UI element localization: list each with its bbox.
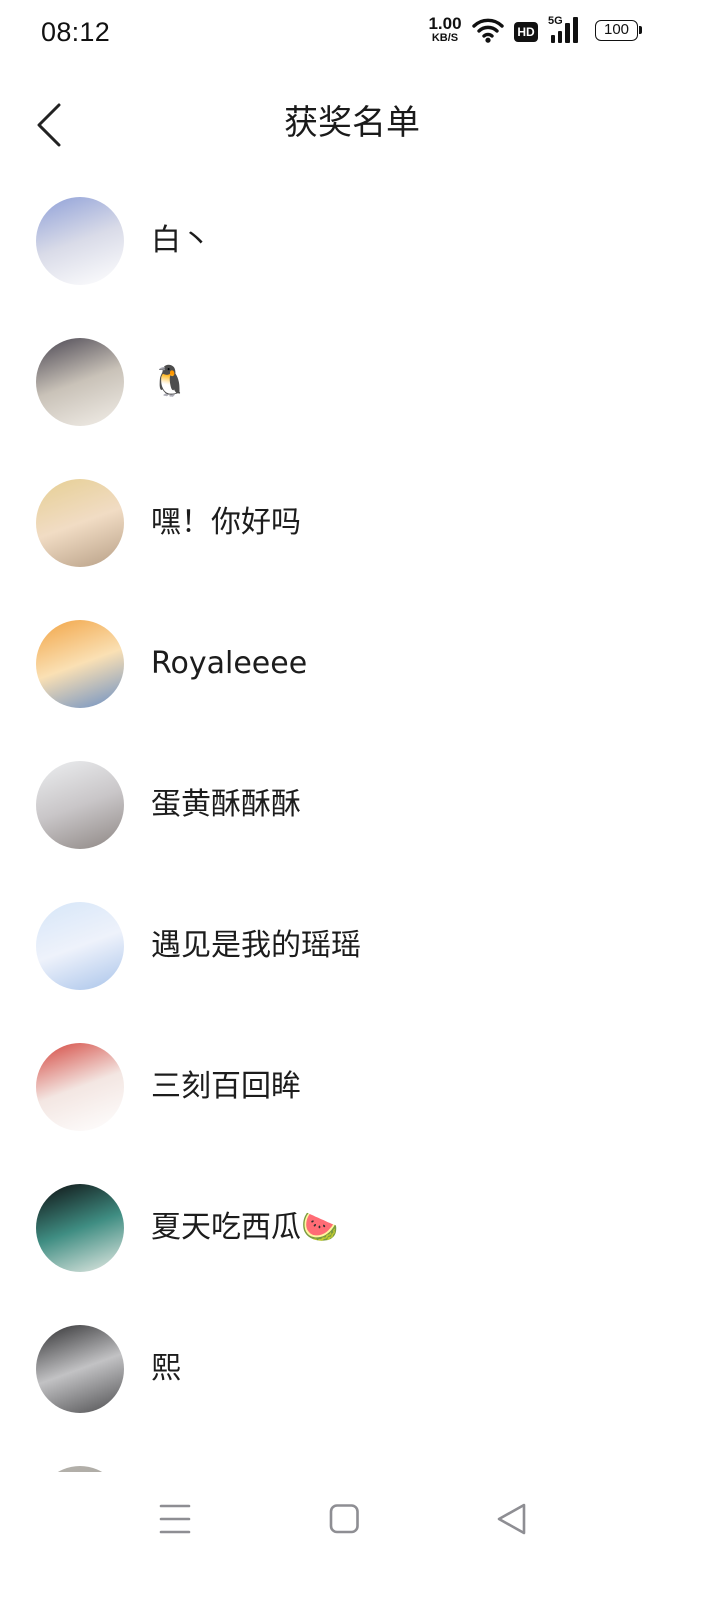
winner-name: Royaleeee xyxy=(151,645,308,681)
cellular-signal-icon: 5G xyxy=(548,16,584,44)
winner-name: 白丶 xyxy=(151,222,211,258)
battery-nub xyxy=(639,26,642,34)
winner-name: 三刻百回眸 xyxy=(151,1068,301,1104)
menu-icon xyxy=(159,1504,191,1534)
avatar xyxy=(36,478,124,567)
network-speed-unit: KB/S xyxy=(431,32,459,44)
network-speed: 1.00 KB/S xyxy=(426,14,464,46)
battery-icon: 100 xyxy=(595,20,642,41)
avatar xyxy=(36,1042,124,1131)
network-speed-value: 1.00 xyxy=(428,14,462,33)
winner-row[interactable]: 遇见是我的瑶瑶 xyxy=(0,875,720,1016)
back-button[interactable] xyxy=(26,92,74,156)
page-title: 获奖名单 xyxy=(284,103,420,143)
winner-row[interactable]: 嘿！你好吗 xyxy=(0,452,720,593)
system-back-button[interactable] xyxy=(488,1495,536,1543)
winner-row[interactable]: 三刻百回眸 xyxy=(0,1016,720,1157)
avatar xyxy=(36,1324,124,1413)
avatar xyxy=(36,760,124,849)
winner-list[interactable]: 白丶 🐧 嘿！你好吗 Royaleeee 蛋黄酥酥酥 遇见是我的瑶瑶 三刻百回眸 xyxy=(0,170,720,1472)
wifi-icon xyxy=(472,17,504,43)
status-time: 08:12 xyxy=(41,17,111,47)
winner-name: 夏天吃西瓜🍉 xyxy=(151,1209,339,1245)
status-bar: 08:12 1.00 KB/S HD 5G 100 xyxy=(0,0,720,64)
system-nav-bar xyxy=(0,1472,720,1600)
screen: 08:12 1.00 KB/S HD 5G 100 获奖名单 白丶 🐧 嘿！你好… xyxy=(0,0,720,1600)
winner-name: 遇见是我的瑶瑶 xyxy=(151,927,361,963)
avatar xyxy=(36,1183,124,1272)
home-icon xyxy=(329,1504,359,1534)
winner-row[interactable]: 蛋黄酥酥酥 xyxy=(0,734,720,875)
winner-name: 熙 xyxy=(151,1350,181,1386)
back-chevron-icon xyxy=(37,103,61,147)
avatar xyxy=(36,619,124,708)
avatar xyxy=(36,196,124,285)
winner-row[interactable] xyxy=(0,1439,720,1472)
winner-name: 蛋黄酥酥酥 xyxy=(151,786,301,822)
back-triangle-icon xyxy=(497,1503,526,1535)
header: 获奖名单 xyxy=(0,64,720,184)
winner-row[interactable]: 白丶 xyxy=(0,170,720,311)
winner-row[interactable]: 🐧 xyxy=(0,311,720,452)
avatar xyxy=(36,901,124,990)
winner-name: 🐧 xyxy=(151,363,189,399)
recent-apps-button[interactable] xyxy=(151,1495,199,1543)
battery-level: 100 xyxy=(603,21,630,38)
winner-row[interactable]: Royaleeee xyxy=(0,593,720,734)
avatar xyxy=(36,337,124,426)
winner-row[interactable]: 熙 xyxy=(0,1298,720,1439)
network-type-label: 5G xyxy=(548,15,563,27)
hd-badge: HD xyxy=(514,22,538,42)
home-button[interactable] xyxy=(320,1495,368,1543)
winner-row[interactable]: 夏天吃西瓜🍉 xyxy=(0,1157,720,1298)
winner-name: 嘿！你好吗 xyxy=(151,504,301,540)
